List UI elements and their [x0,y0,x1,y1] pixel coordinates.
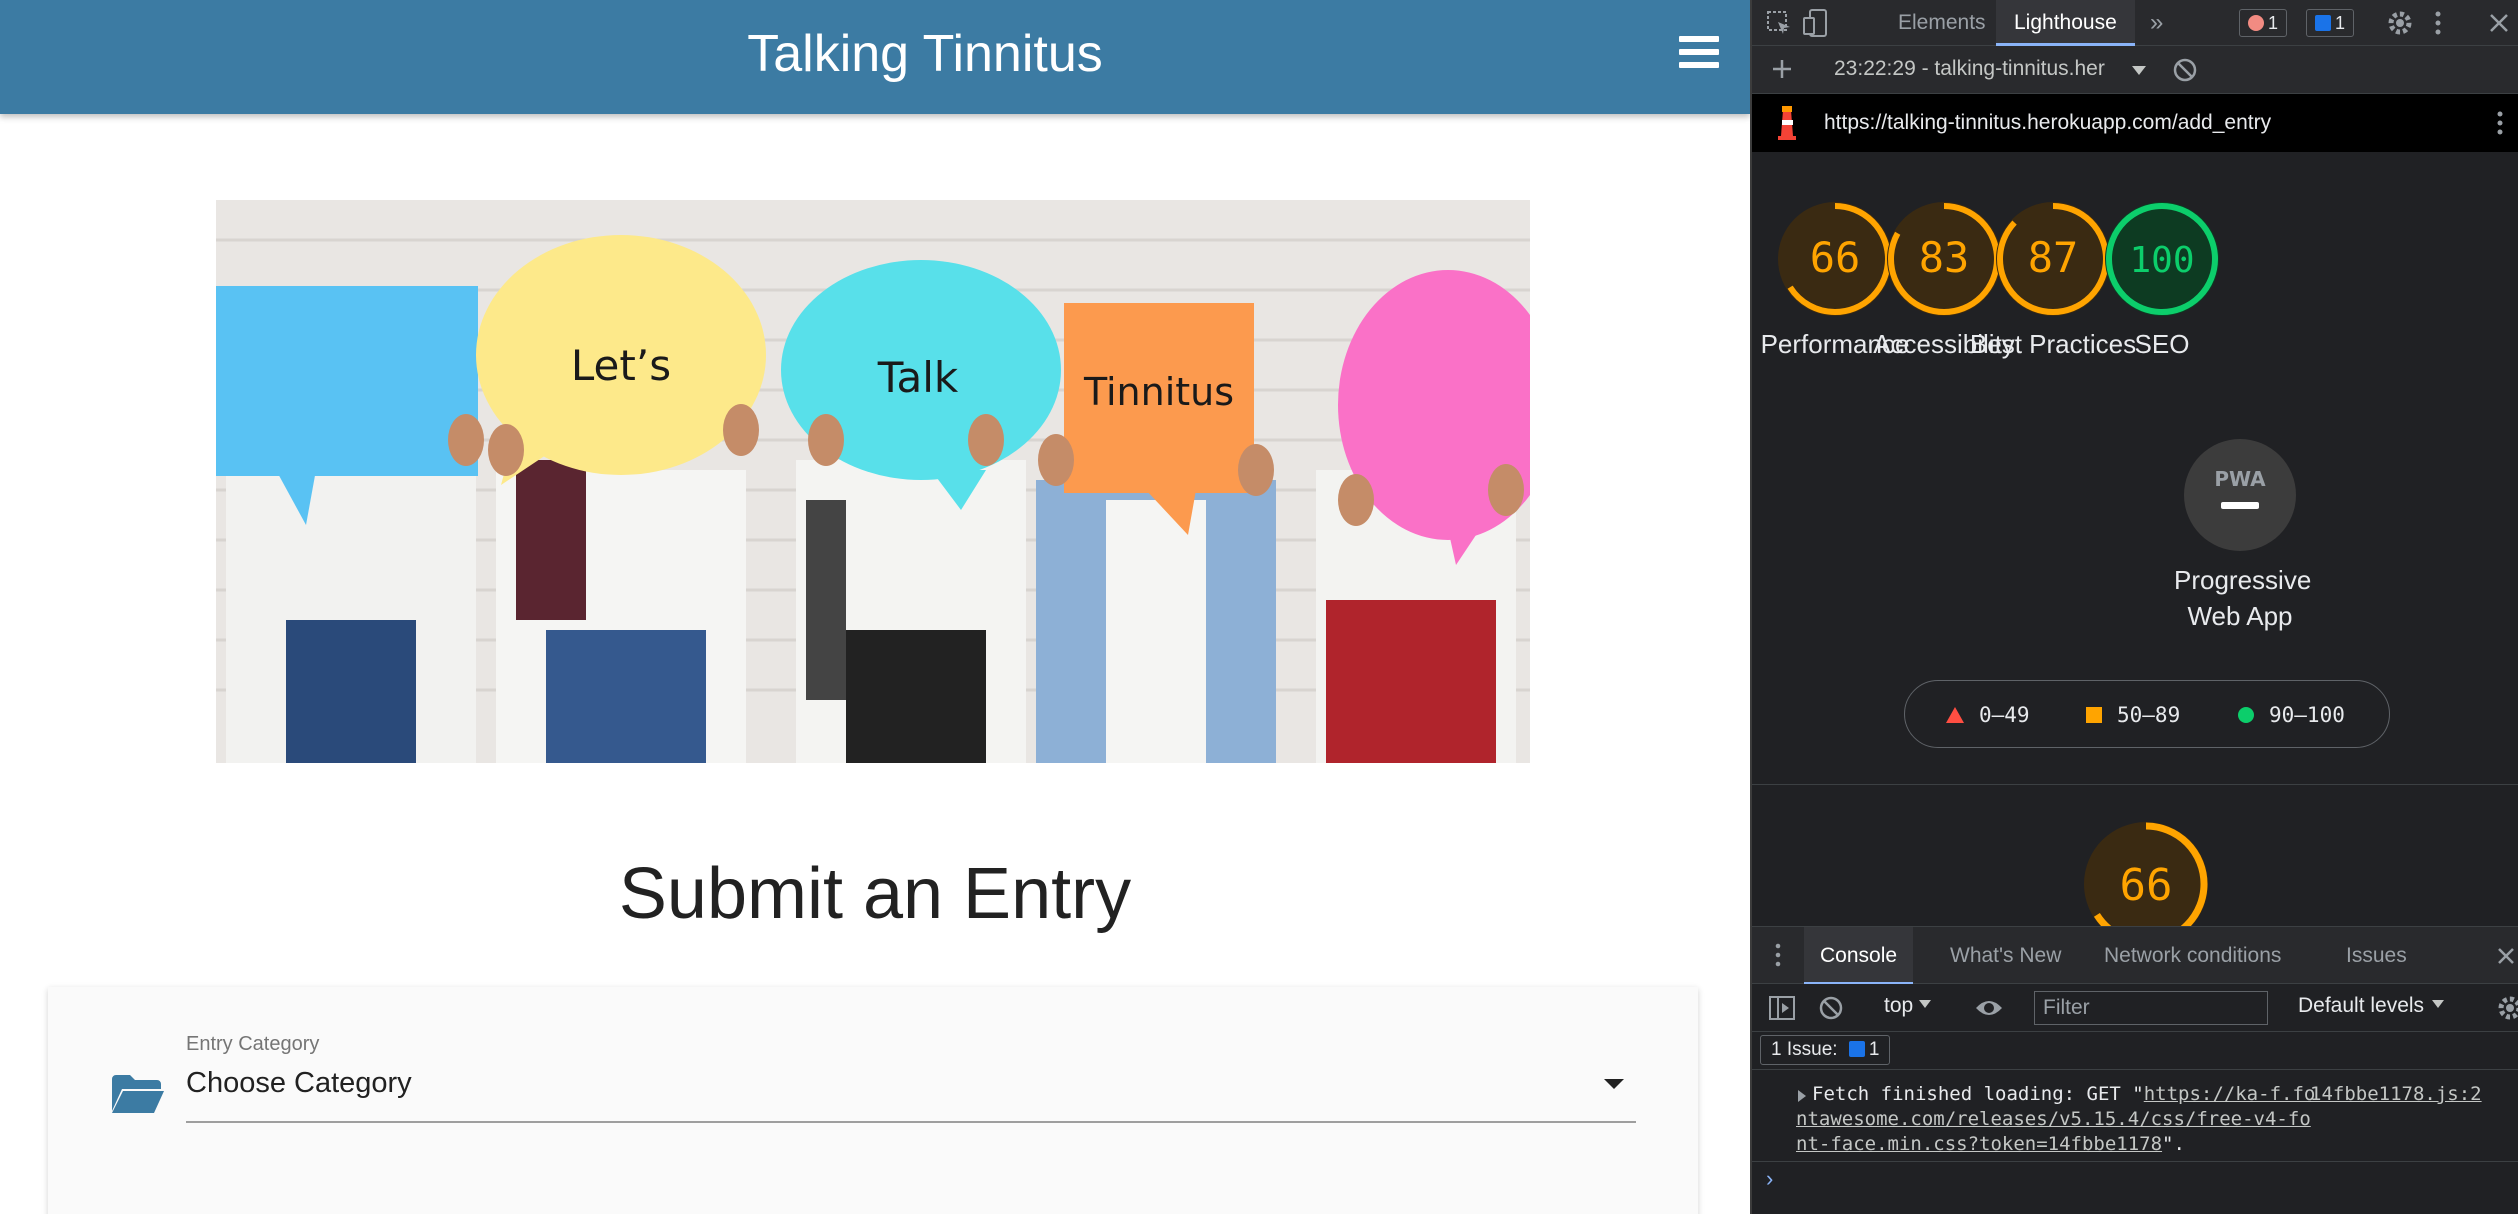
legend-average: 50–89 [2085,703,2180,727]
clear-reports-icon[interactable] [2172,57,2198,83]
more-tabs-icon[interactable]: » [2142,0,2171,46]
score-value: 66 [1810,233,1861,282]
score-value: 100 [2129,240,2194,281]
lighthouse-logo-icon [1776,106,1798,140]
svg-text:PWA: PWA [2214,467,2266,491]
console-message-source[interactable]: 14fbbe1178.js:2 [2310,1082,2482,1107]
live-expression-eye-icon[interactable] [1974,996,2004,1020]
entry-category-value: Choose Category [186,1067,412,1099]
sidebar-toggle-icon[interactable] [1768,995,1796,1021]
new-report-icon[interactable] [1770,57,1794,81]
site-header: Talking Tinnitus [0,0,1750,114]
tab-lighthouse[interactable]: Lighthouse [1996,0,2135,46]
circle-icon [2238,707,2254,723]
console-prompt[interactable]: › [1766,1166,1773,1192]
entry-category-select[interactable]: Choose Category [186,1057,1636,1123]
drawer-tab-issues[interactable]: Issues [2330,927,2423,985]
levels-arrow-icon [2432,1000,2445,1008]
website-viewport: Talking Tinnitus Let’s Talk Tinnitus Sub… [0,0,1750,1214]
drawer-tab-console[interactable]: Console [1804,927,1914,985]
console-issues-row: 1 Issue: 1 [1752,1032,2518,1070]
issue-message-icon [1848,1041,1865,1057]
score-ring: 100 [2105,202,2219,316]
entry-form-card: Entry Category Choose Category [48,987,1698,1214]
drawer-tab-whats-new[interactable]: What's New [1934,927,2077,985]
score-value: 87 [2028,233,2079,282]
legend-pass: 90–100 [2237,703,2345,727]
url-menu-icon[interactable] [2494,109,2506,137]
error-count-badge[interactable]: 1 [2239,9,2288,37]
score-legend: 0–49 50–89 90–100 [1904,680,2390,748]
lighthouse-report-bar: 23:22:29 - talking-tinnitus.her [1752,46,2518,94]
console-message: Fetch finished loading: GET "https://ka-… [1752,1082,2518,1162]
hamburger-menu-icon[interactable] [1679,36,1719,72]
lighthouse-url-bar: https://talking-tinnitus.herokuapp.com/a… [1752,94,2518,152]
site-title[interactable]: Talking Tinnitus [0,24,1750,84]
drawer-tabbar: Console What's New Network conditions Is… [1752,926,2518,985]
drawer-menu-icon[interactable] [1774,941,1782,969]
pwa-badge: PWA [2184,439,2296,551]
console-settings-icon[interactable] [2496,994,2518,1022]
context-arrow-icon [1919,1000,1932,1008]
pwa-label: Progressive Web App [2174,565,2312,631]
lighthouse-scores: 66 Performance 83 Accessibility 87 Best Pract… [1752,152,2518,926]
close-devtools-icon[interactable] [2488,12,2510,34]
folder-open-icon [110,1073,166,1115]
message-icon [2315,15,2331,31]
hero-image: Let’s Talk Tinnitus [216,200,1530,763]
log-levels-select[interactable]: Default levels [2298,994,2445,1018]
devtools-panel: Elements Lighthouse » 1 1 23:22:29 - tal… [1750,0,2518,1214]
tab-elements[interactable]: Elements [1880,0,2004,46]
section-divider [1752,784,2518,785]
console-toolbar: top Filter Default levels [1752,984,2518,1032]
report-select-arrow-icon[interactable] [2132,66,2146,75]
triangle-icon [1946,707,1964,723]
entry-category-label: Entry Category [186,1033,320,1055]
page-heading: Submit an Entry [618,854,1132,934]
square-icon [2086,707,2102,723]
pwa-gauge[interactable]: PWA Progressive Web App [2160,436,2320,634]
caret-down-icon [1604,1079,1624,1089]
devtools-tabbar: Elements Lighthouse » 1 1 [1752,0,2518,46]
device-toolbar-icon[interactable] [1802,8,1830,38]
issues-counter[interactable]: 1 Issue: 1 [1760,1035,1891,1065]
performance-detail-score: 66 [2120,860,2173,911]
context-select[interactable]: top [1884,994,1932,1018]
drawer-tab-network-conditions[interactable]: Network conditions [2088,927,2297,985]
inspect-element-icon[interactable] [1766,10,1792,36]
performance-detail-gauge[interactable]: 66 [2080,818,2212,926]
console-filter-input[interactable]: Filter [2034,991,2268,1025]
error-icon [2248,15,2264,31]
report-url[interactable]: https://talking-tinnitus.herokuapp.com/a… [1824,111,2271,135]
clear-console-icon[interactable] [1818,995,1844,1021]
kebab-menu-icon[interactable] [2432,9,2444,37]
close-drawer-icon[interactable] [2496,946,2516,966]
hero-bubble-talk: Talk [877,353,959,402]
hero-bubble-tinnitus: Tinnitus [1083,370,1234,414]
message-count-badge[interactable]: 1 [2306,9,2355,37]
hero-bubble-lets: Let’s [571,341,671,390]
settings-gear-icon[interactable] [2386,9,2414,37]
score-label: SEO [2134,329,2190,359]
report-select[interactable]: 23:22:29 - talking-tinnitus.her [1834,57,2134,81]
score-value: 83 [1919,233,1970,282]
legend-fail: 0–49 [1945,703,2030,727]
gauge-seo[interactable]: 100 SEO [2074,200,2250,362]
